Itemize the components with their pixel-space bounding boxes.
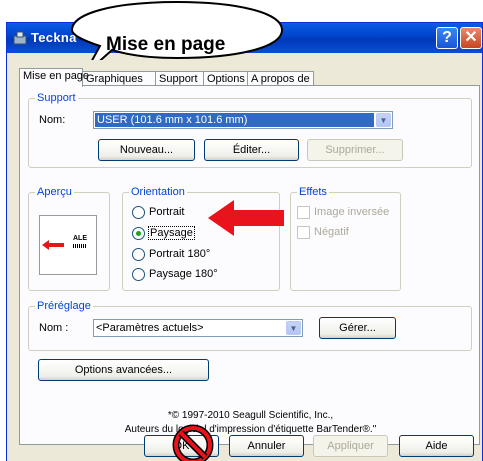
support-legend: Support	[35, 92, 78, 104]
radio-portrait-label: Portrait	[149, 206, 185, 218]
support-group: Support Nom: USER (101.6 mm x 101.6 mm) …	[28, 92, 472, 168]
barcode-icon	[73, 244, 86, 248]
radio-button[interactable]	[132, 268, 145, 281]
label-preview: ALE	[39, 215, 97, 275]
nouveau-button[interactable]: Nouveau...	[98, 139, 195, 161]
radio-button[interactable]	[132, 248, 145, 261]
checkbox[interactable]	[297, 226, 310, 239]
support-nom-label: Nom:	[39, 114, 66, 126]
red-arrow-icon	[208, 200, 284, 236]
editer-button[interactable]: Éditer...	[204, 139, 299, 161]
callout-text: Mise en page	[106, 34, 226, 55]
aide-button[interactable]: Aide	[399, 435, 474, 457]
gerer-button[interactable]: Gérer...	[319, 317, 396, 339]
app-icon	[13, 31, 27, 45]
chevron-down-icon[interactable]: ▼	[376, 113, 391, 127]
checkbox[interactable]	[297, 206, 310, 219]
supprimer-button[interactable]: Supprimer...	[307, 139, 403, 161]
prereglage-nom-label: Nom :	[39, 322, 69, 334]
tab-mise-en-page[interactable]: Mise en page	[19, 68, 89, 87]
radio-portrait-180-label: Portrait 180°	[149, 248, 211, 260]
support-nom-value: USER (101.6 mm x 101.6 mm)	[95, 113, 374, 127]
apercu-legend: Aperçu	[35, 186, 74, 198]
check-negatif-label: Négatif	[314, 226, 349, 238]
effets-legend: Effets	[297, 186, 329, 198]
copyright-line-1: *© 1997-2010 Seagull Scientific, Inc.,	[167, 410, 334, 421]
prereglage-nom-select[interactable]: <Paramètres actuels> ▼	[93, 319, 303, 337]
check-image-inversee-label: Image inversée	[314, 206, 390, 218]
radio-button[interactable]	[132, 206, 145, 219]
callout-bubble: Mise en page	[70, 0, 284, 64]
dialog-window: Teckna ? ✕ Mise en page Graphiques Suppo…	[6, 22, 483, 461]
options-avancees-button[interactable]: Options avancées...	[38, 359, 209, 381]
close-button[interactable]: ✕	[460, 27, 482, 49]
annuler-button[interactable]: Annuler	[229, 435, 304, 457]
tab-panel: Support Nom: USER (101.6 mm x 101.6 mm) …	[19, 85, 480, 445]
radio-paysage-label: Paysage	[148, 226, 195, 240]
support-nom-select[interactable]: USER (101.6 mm x 101.6 mm) ▼	[93, 111, 393, 129]
help-button[interactable]: ?	[436, 27, 458, 49]
prereglage-legend: Préréglage	[35, 300, 93, 312]
chevron-down-icon[interactable]: ▼	[286, 321, 301, 335]
prereglage-group: Préréglage Nom : <Paramètres actuels> ▼ …	[28, 300, 472, 351]
prohibited-icon	[172, 424, 214, 461]
copyright-line-2: Auteurs du logiciel d'impression d'étiqu…	[124, 424, 377, 435]
apercu-group: Aperçu ALE	[28, 186, 110, 291]
radio-paysage-180-label: Paysage 180°	[149, 268, 218, 280]
effets-group: Effets Image inversée Négatif	[290, 186, 401, 291]
prereglage-nom-value: <Paramètres actuels>	[96, 322, 204, 334]
appliquer-button[interactable]: Appliquer	[313, 435, 388, 457]
preview-label-text: ALE	[73, 235, 87, 242]
orientation-legend: Orientation	[129, 186, 187, 198]
arrow-left-icon	[42, 240, 64, 250]
radio-button-selected[interactable]	[132, 227, 145, 240]
